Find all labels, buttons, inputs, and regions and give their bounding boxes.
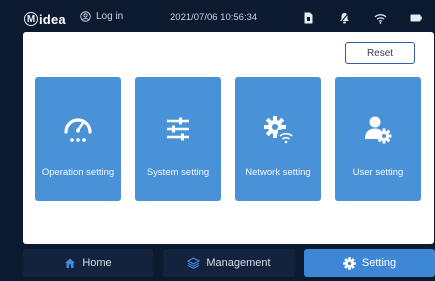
settings-cards: Operation setting System setting Network…	[35, 77, 425, 201]
gear-icon	[343, 256, 356, 270]
wifi-icon[interactable]	[373, 10, 387, 26]
nav-home-label: Home	[82, 257, 112, 269]
card-label: System setting	[146, 167, 210, 178]
nav-management-label: Management	[206, 257, 271, 269]
home-icon	[64, 257, 76, 269]
user-circle-icon	[80, 11, 91, 22]
sim-card-icon	[301, 10, 315, 26]
nav-setting[interactable]: Setting	[304, 249, 435, 277]
logo-mark: M	[24, 12, 38, 26]
gauge-icon	[35, 111, 121, 147]
user-setting-card[interactable]: User setting	[335, 77, 421, 201]
operation-setting-card[interactable]: Operation setting	[35, 77, 121, 201]
bell-icon[interactable]	[337, 10, 351, 26]
reset-button[interactable]: Reset	[345, 42, 415, 64]
datetime: 2021/07/06 10:56:34	[170, 12, 258, 23]
network-setting-card[interactable]: Network setting	[235, 77, 321, 201]
login-button[interactable]: Log in	[80, 11, 123, 22]
settings-panel: Reset Operation setting System setting N…	[23, 32, 434, 244]
card-label: Network setting	[245, 167, 311, 178]
sliders-icon	[135, 111, 221, 147]
login-label: Log in	[96, 11, 124, 22]
nav-home[interactable]: Home	[23, 249, 153, 277]
system-setting-card[interactable]: System setting	[135, 77, 221, 201]
layers-icon	[187, 257, 201, 269]
user-gear-icon	[335, 111, 421, 147]
bottom-nav: Home Management Setting	[0, 249, 435, 277]
nav-setting-label: Setting	[361, 257, 397, 269]
card-label: User setting	[352, 167, 404, 178]
midea-logo: M idea	[24, 10, 66, 28]
battery-icon	[409, 10, 423, 26]
network-gear-icon	[235, 111, 321, 147]
nav-management[interactable]: Management	[163, 249, 295, 277]
card-label: Operation setting	[41, 167, 115, 178]
logo-text: idea	[39, 11, 66, 27]
